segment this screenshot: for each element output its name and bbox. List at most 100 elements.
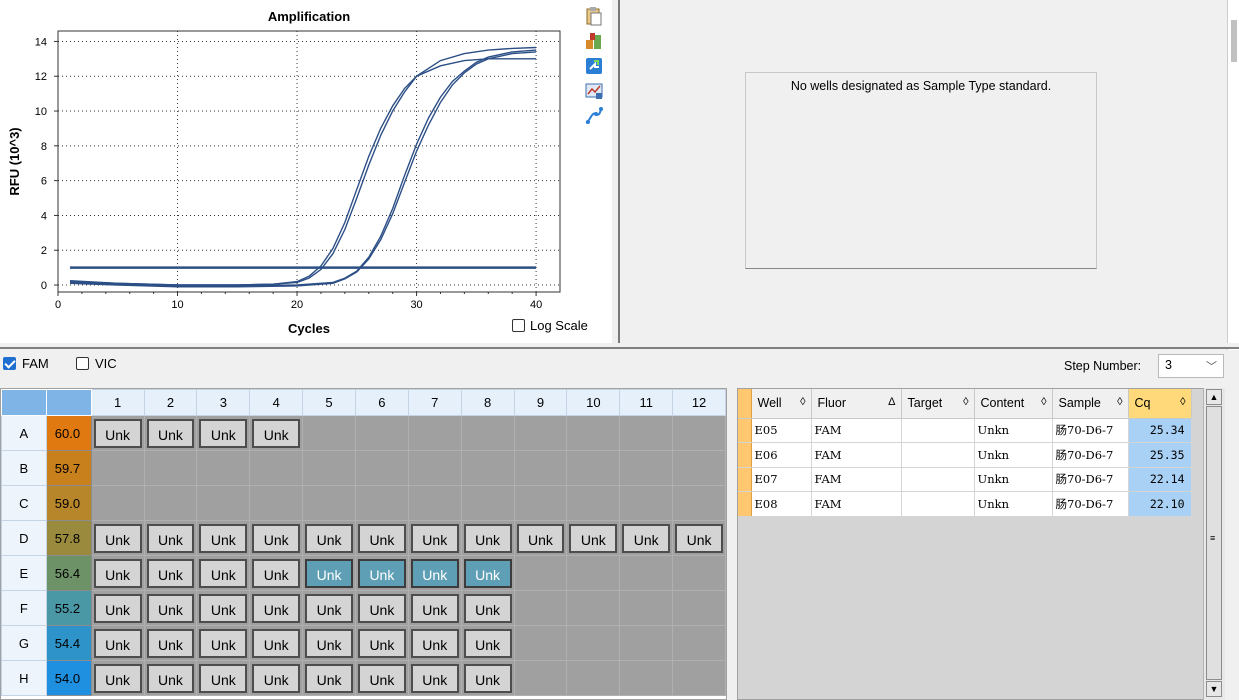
plate-well-cell[interactable]: Unk bbox=[460, 660, 515, 696]
plate-column-header[interactable]: 3 bbox=[196, 389, 251, 416]
plate-well[interactable]: Unk bbox=[463, 558, 512, 588]
plate-well-cell[interactable]: Unk bbox=[354, 590, 409, 626]
plate-well-cell[interactable]: Unk bbox=[302, 590, 356, 626]
column-header-well[interactable]: Well ◊ bbox=[751, 389, 812, 419]
column-header-content[interactable]: Content ◊ bbox=[974, 389, 1053, 419]
plate-well-cell[interactable] bbox=[513, 450, 568, 486]
plate-well[interactable]: Unk bbox=[357, 628, 406, 658]
sort-icon[interactable]: ◊ bbox=[963, 396, 968, 408]
plate-well[interactable]: Unk bbox=[305, 593, 353, 623]
plate-well-cell[interactable] bbox=[354, 450, 409, 486]
plate-column-header[interactable]: 9 bbox=[513, 389, 568, 416]
plate-well-cell[interactable] bbox=[566, 590, 621, 626]
table-row[interactable]: E06 FAM Unkn 肠70-D6-7 25.35 bbox=[738, 442, 1192, 468]
plate-row-header[interactable]: C bbox=[1, 485, 47, 521]
plate-column-header[interactable]: 4 bbox=[249, 389, 304, 416]
plate-well-cell[interactable]: Unk bbox=[354, 625, 409, 661]
plate-well-cell[interactable]: Unk bbox=[143, 555, 198, 591]
plate-well-cell[interactable]: Unk bbox=[407, 625, 462, 661]
sort-icon[interactable]: Δ bbox=[888, 396, 895, 408]
plate-column-header[interactable]: 7 bbox=[407, 389, 462, 416]
plate-well-cell[interactable] bbox=[566, 485, 621, 521]
horizontal-splitter[interactable] bbox=[0, 343, 1239, 349]
plate-well-cell[interactable] bbox=[672, 485, 726, 521]
plate-corner[interactable] bbox=[1, 389, 47, 416]
sort-icon[interactable]: ◊ bbox=[1180, 396, 1185, 408]
plate-well[interactable]: Unk bbox=[199, 523, 248, 553]
plate-well-cell[interactable] bbox=[513, 660, 568, 696]
plate-well[interactable]: Unk bbox=[675, 523, 723, 553]
row-selector[interactable] bbox=[738, 467, 752, 492]
plate-well-cell[interactable] bbox=[672, 450, 726, 486]
log-scale-checkbox[interactable] bbox=[512, 319, 525, 332]
plate-well-cell[interactable] bbox=[460, 450, 515, 486]
plate-column-header[interactable]: 2 bbox=[143, 389, 198, 416]
plate-column-header[interactable]: 10 bbox=[566, 389, 621, 416]
plate-well-cell[interactable]: Unk bbox=[354, 555, 409, 591]
row-selector[interactable] bbox=[738, 442, 752, 468]
plate-well-cell[interactable] bbox=[302, 450, 356, 486]
plate-well-cell[interactable] bbox=[407, 450, 462, 486]
plate-well[interactable]: Unk bbox=[93, 628, 142, 658]
plate-well[interactable]: Unk bbox=[146, 593, 195, 623]
plate-well-cell[interactable]: Unk bbox=[354, 520, 409, 556]
plate-well-cell[interactable]: Unk bbox=[672, 520, 726, 556]
plate-well-cell[interactable] bbox=[513, 555, 568, 591]
plate-well-cell[interactable]: Unk bbox=[196, 555, 251, 591]
plate-well[interactable]: Unk bbox=[463, 628, 512, 658]
plate-well-cell[interactable] bbox=[407, 415, 462, 451]
plate-well[interactable]: Unk bbox=[410, 593, 459, 623]
fam-toggle[interactable]: FAM bbox=[3, 356, 49, 371]
plate-well[interactable]: Unk bbox=[199, 558, 248, 588]
plate-column-header[interactable]: 6 bbox=[354, 389, 409, 416]
plate-well-cell[interactable]: Unk bbox=[460, 555, 515, 591]
plate-well-cell[interactable]: Unk bbox=[619, 520, 674, 556]
plate-well-cell[interactable] bbox=[354, 485, 409, 521]
plate-well[interactable]: Unk bbox=[252, 523, 301, 553]
plate-well-cell[interactable] bbox=[619, 660, 674, 696]
plate-well-cell[interactable] bbox=[249, 485, 304, 521]
plate-well-cell[interactable] bbox=[566, 660, 621, 696]
plate-well-cell[interactable] bbox=[513, 415, 568, 451]
plate-well-cell[interactable] bbox=[619, 625, 674, 661]
plate-well[interactable]: Unk bbox=[93, 593, 142, 623]
column-header-fluor[interactable]: Fluor Δ bbox=[811, 389, 902, 419]
plate-well[interactable]: Unk bbox=[199, 593, 248, 623]
amplification-chart[interactable]: Amplification 0 10 20 30 40 0 2 4 6 8 10 12 14 Cycles R… bbox=[0, 0, 580, 343]
row-selector[interactable] bbox=[738, 491, 752, 517]
plate-well-cell[interactable]: Unk bbox=[566, 520, 621, 556]
plate-well-cell[interactable] bbox=[566, 450, 621, 486]
plate-well-cell[interactable] bbox=[566, 555, 621, 591]
plate-well-cell[interactable] bbox=[460, 485, 515, 521]
plate-well-cell[interactable] bbox=[566, 625, 621, 661]
plate-well[interactable]: Unk bbox=[622, 523, 671, 553]
plate-well[interactable]: Unk bbox=[93, 558, 142, 588]
plate-well-cell[interactable] bbox=[196, 450, 251, 486]
plate-well[interactable]: Unk bbox=[93, 418, 142, 448]
plate-well-cell[interactable]: Unk bbox=[196, 590, 251, 626]
plate-row-header[interactable]: A bbox=[1, 415, 47, 451]
plate-well[interactable]: Unk bbox=[146, 628, 195, 658]
plate-well[interactable]: Unk bbox=[305, 523, 353, 553]
plate-well-cell[interactable] bbox=[460, 415, 515, 451]
plate-well-cell[interactable]: Unk bbox=[249, 555, 304, 591]
plate-well-cell[interactable]: Unk bbox=[302, 555, 356, 591]
plate-well-cell[interactable] bbox=[302, 415, 356, 451]
plate-well-cell[interactable]: Unk bbox=[302, 625, 356, 661]
plate-well[interactable]: Unk bbox=[463, 523, 512, 553]
plate-well-cell[interactable] bbox=[619, 450, 674, 486]
plate-well-cell[interactable]: Unk bbox=[90, 660, 145, 696]
plate-well-cell[interactable] bbox=[143, 450, 198, 486]
plate-well-cell[interactable] bbox=[672, 590, 726, 626]
plate-well[interactable]: Unk bbox=[199, 418, 248, 448]
plate-well-cell[interactable] bbox=[302, 485, 356, 521]
plate-row-header[interactable]: E bbox=[1, 555, 47, 591]
plate-well-cell[interactable]: Unk bbox=[249, 415, 304, 451]
table-row[interactable]: E07 FAM Unkn 肠70-D6-7 22.14 bbox=[738, 467, 1192, 492]
plate-well-cell[interactable]: Unk bbox=[460, 625, 515, 661]
plate-well-cell[interactable]: Unk bbox=[407, 520, 462, 556]
plate-well-cell[interactable]: Unk bbox=[143, 660, 198, 696]
plate-well[interactable]: Unk bbox=[252, 418, 301, 448]
plate-well-cell[interactable]: Unk bbox=[90, 415, 145, 451]
plate-well[interactable]: Unk bbox=[146, 558, 195, 588]
